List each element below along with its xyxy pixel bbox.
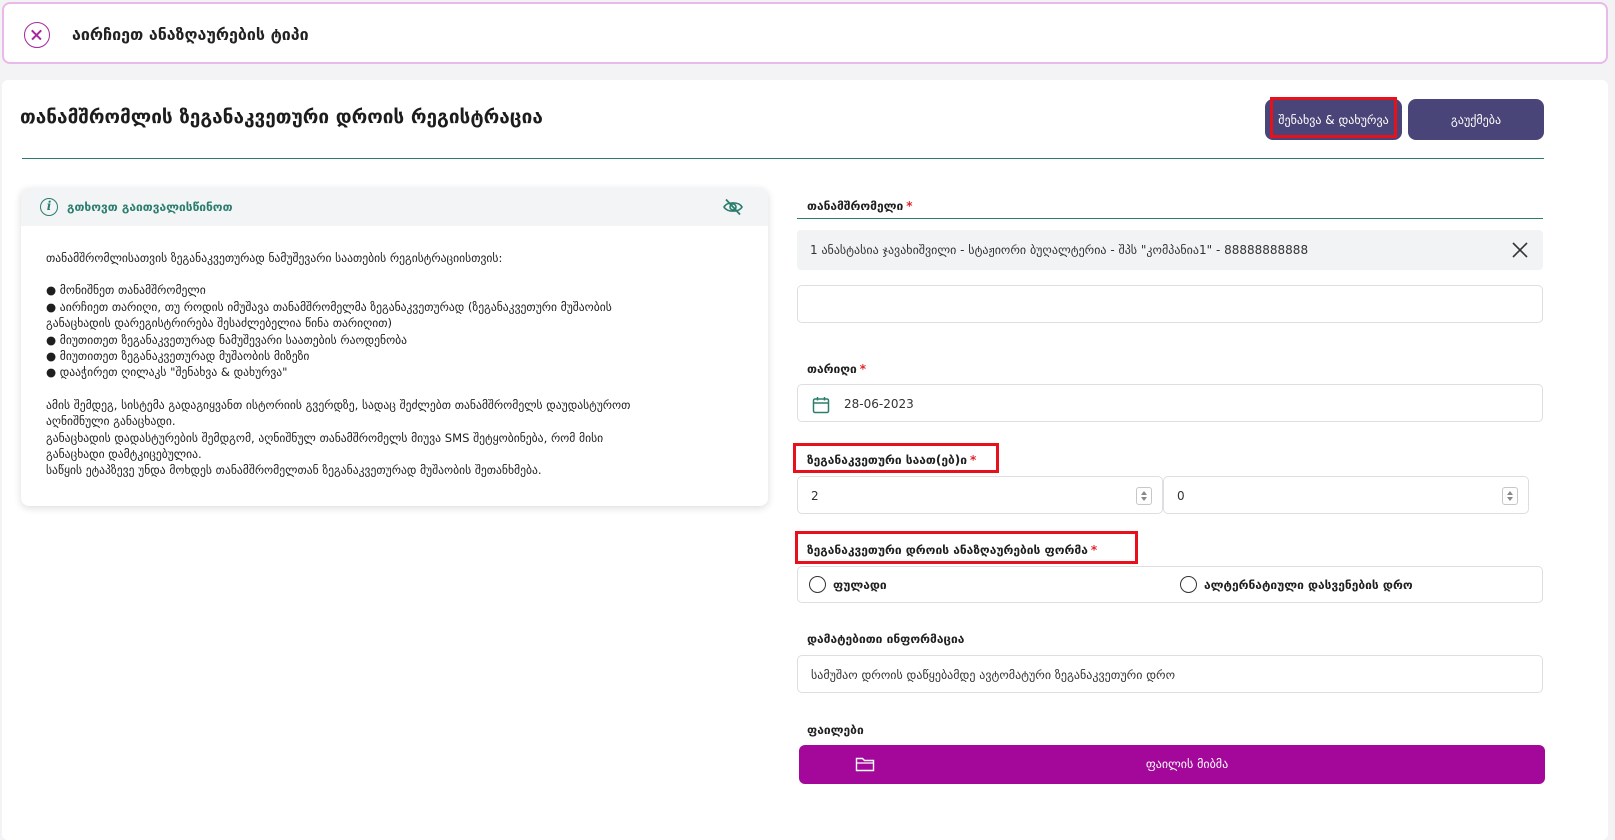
info-bullet: ● მიუთითეთ ზეგანაკვეთურად ნამუშევარი საა… bbox=[46, 332, 408, 347]
info-bullet: ● მონიშნეთ თანამშრომელი bbox=[46, 283, 206, 298]
date-value: 28-06-2023 bbox=[844, 397, 914, 411]
info-outro-line: საწყის ეტაპზევე უნდა მოხდეს თანამშრომელთ… bbox=[46, 463, 542, 478]
minutes-stepper[interactable] bbox=[1502, 487, 1518, 505]
employee-label: თანამშრომელი * bbox=[807, 199, 913, 213]
main-panel: თანამშრომლის ზეგანაკვეთური დროის რეგისტრ… bbox=[2, 80, 1608, 840]
hours-value: 2 bbox=[811, 489, 819, 503]
info-outro-line: განაცხადის დადასტურების შემდგომ, აღნიშნუ… bbox=[46, 430, 604, 445]
info-bullet: ● დააჭირეთ ღილაკს "შენახვა & დახურვა" bbox=[46, 365, 288, 380]
additional-info-label: დამატებითი ინფორმაცია bbox=[807, 632, 965, 646]
info-icon: i bbox=[40, 198, 58, 216]
radio-monetary[interactable] bbox=[809, 576, 826, 593]
info-intro: თანამშრომლისათვის ზეგანაკვეთურად ნამუშევ… bbox=[46, 251, 503, 265]
employee-value: 1 ანასტასია ჯავახიშვილი - სტაჟიორი ბუღალ… bbox=[810, 243, 1309, 257]
clear-icon[interactable] bbox=[1511, 241, 1529, 259]
hours-stepper[interactable] bbox=[1136, 487, 1152, 505]
compensation-form-label: ზეგანაკვეთური დროის ანაზღაურების ფორმა * bbox=[807, 543, 1098, 557]
page-title: თანამშრომლის ზეგანაკვეთური დროის რეგისტრ… bbox=[20, 106, 543, 128]
employee-label-underline bbox=[797, 218, 1543, 219]
info-outro-line: განაცხადი დამტკიცებულია. bbox=[46, 447, 202, 462]
additional-info-input[interactable]: სამუშაო დროის დაწყებამდე ავტომატური ზეგა… bbox=[797, 655, 1543, 693]
radio-monetary-label[interactable]: ფულადი bbox=[833, 578, 887, 592]
additional-info-value: სამუშაო დროის დაწყებამდე ავტომატური ზეგა… bbox=[811, 668, 1176, 682]
info-bullet: ● მიუთითეთ ზეგანაკვეთურად მუშაობის მიზეზ… bbox=[46, 349, 310, 364]
date-input[interactable]: 28-06-2023 bbox=[797, 384, 1543, 422]
info-card: i გთხოვთ გაითვალისწინოთ თანამშრომლისათვი… bbox=[21, 188, 768, 506]
info-bullet: ● აირჩიეთ თარიღი, თუ როდის იმუშავა თანამ… bbox=[46, 299, 612, 314]
info-card-header: i გთხოვთ გაითვალისწინოთ bbox=[21, 188, 768, 226]
radio-alternative-rest[interactable] bbox=[1180, 576, 1197, 593]
calendar-icon[interactable] bbox=[812, 396, 830, 414]
info-outro-line: აღნიშნული განაცხადი. bbox=[46, 414, 176, 429]
save-close-button[interactable]: შენახვა & დახურვა bbox=[1265, 99, 1402, 140]
employee-search-input[interactable] bbox=[797, 285, 1543, 323]
compensation-options: ფულადი ალტერნატიული დასვენების დრო bbox=[797, 566, 1543, 603]
eye-off-icon[interactable] bbox=[723, 198, 743, 216]
hours-input[interactable]: 2 bbox=[797, 476, 1163, 514]
title-divider bbox=[22, 158, 1544, 159]
date-label: თარიღი * bbox=[807, 362, 867, 376]
info-body: თანამშრომლისათვის ზეგანაკვეთურად ნამუშევ… bbox=[46, 250, 746, 479]
compensation-type-bar: აირჩიეთ ანაზღაურების ტიპი bbox=[2, 2, 1608, 64]
info-bullet: განაცხადის დარეგისტრირება შესაძლებელია წ… bbox=[46, 316, 393, 331]
radio-alternative-rest-label[interactable]: ალტერნატიული დასვენების დრო bbox=[1204, 578, 1413, 592]
attach-file-label: ფაილის მიბმა bbox=[1145, 757, 1229, 771]
employee-selected-field[interactable]: 1 ანასტასია ჯავახიშვილი - სტაჟიორი ბუღალ… bbox=[797, 230, 1543, 270]
close-circle-icon[interactable] bbox=[24, 22, 50, 48]
cancel-button[interactable]: გაუქმება bbox=[1408, 99, 1544, 140]
compensation-type-title: აირჩიეთ ანაზღაურების ტიპი bbox=[72, 25, 309, 44]
info-title: გთხოვთ გაითვალისწინოთ bbox=[67, 200, 233, 214]
minutes-input[interactable]: 0 bbox=[1163, 476, 1529, 514]
attach-file-button[interactable]: ფაილის მიბმა bbox=[799, 745, 1545, 784]
minutes-value: 0 bbox=[1177, 489, 1185, 503]
files-label: ფაილები bbox=[807, 723, 864, 737]
info-outro-line: ამის შემდეგ, სისტემა გადაგიყვანთ ისტორიი… bbox=[46, 397, 631, 412]
overtime-hours-label: ზეგანაკვეთური საათ(ებ)ი * bbox=[807, 453, 977, 467]
